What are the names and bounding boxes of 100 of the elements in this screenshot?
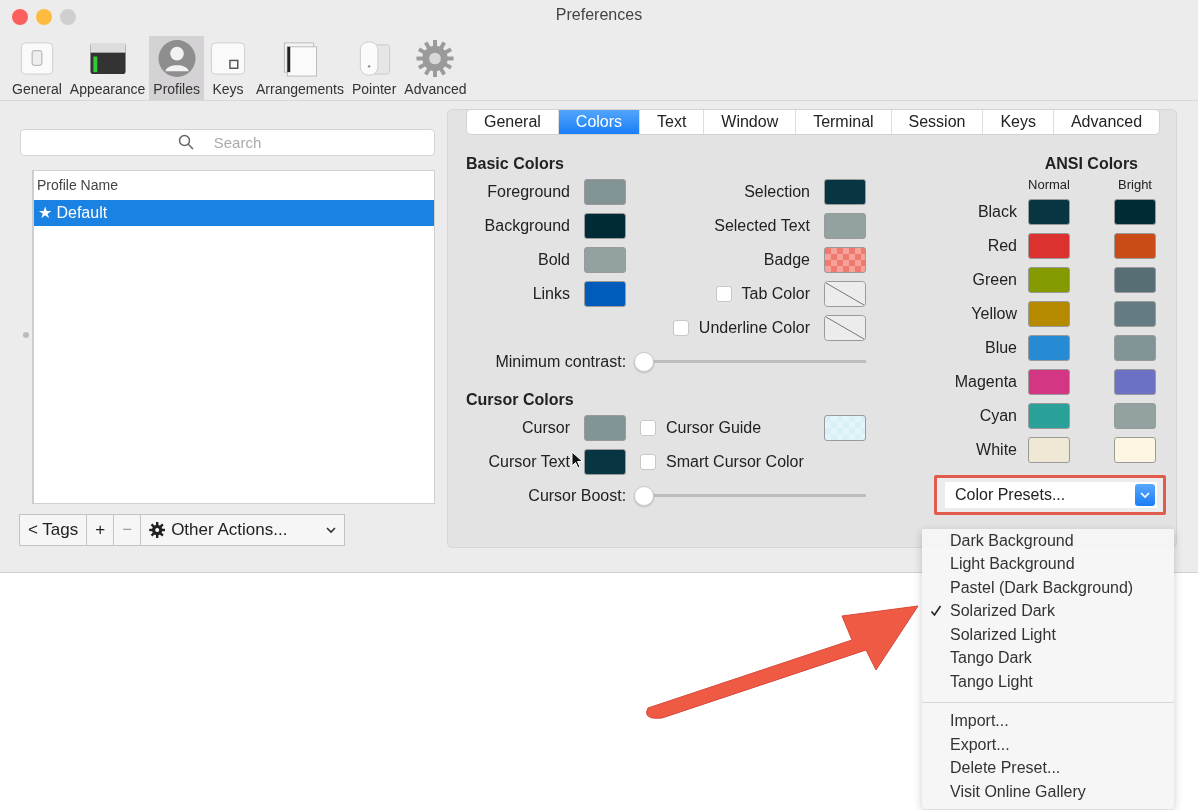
tab[interactable]: Keys bbox=[982, 110, 1053, 134]
color-label: Cursor Text bbox=[488, 453, 570, 471]
gear-icon bbox=[415, 39, 456, 78]
slider-thumb[interactable] bbox=[634, 486, 655, 506]
empty-color-well[interactable] bbox=[824, 281, 866, 307]
color-label: Cyan bbox=[979, 407, 1017, 425]
checkbox[interactable] bbox=[715, 286, 732, 302]
color-well[interactable] bbox=[584, 281, 626, 307]
menu-item[interactable]: Dark Background bbox=[922, 529, 1174, 553]
color-well[interactable] bbox=[824, 415, 866, 441]
minimize-button[interactable] bbox=[36, 9, 52, 25]
color-well[interactable] bbox=[1028, 403, 1070, 429]
menu-item[interactable]: Tango Light bbox=[922, 670, 1174, 694]
color-well[interactable] bbox=[824, 213, 866, 239]
menu-item[interactable]: Light Background bbox=[922, 552, 1174, 576]
column-header[interactable]: Profile Name bbox=[34, 171, 434, 200]
color-well[interactable] bbox=[584, 415, 626, 441]
user-silhouette-icon bbox=[156, 39, 197, 78]
slider-label: Minimum contrast: bbox=[494, 353, 627, 371]
slider-thumb[interactable] bbox=[634, 352, 655, 372]
color-well[interactable] bbox=[824, 179, 866, 205]
checkbox[interactable] bbox=[672, 320, 689, 336]
color-well[interactable] bbox=[1114, 437, 1156, 463]
color-well[interactable] bbox=[1028, 267, 1070, 293]
actions-popup-button[interactable]: Other Actions... bbox=[140, 514, 346, 546]
color-well[interactable] bbox=[1028, 437, 1070, 463]
close-button[interactable] bbox=[12, 9, 28, 25]
color-well[interactable] bbox=[584, 449, 626, 475]
toolbar-tab[interactable]: Pointer bbox=[347, 36, 401, 100]
key-icon bbox=[208, 39, 248, 78]
color-well[interactable] bbox=[1114, 403, 1156, 429]
color-well[interactable] bbox=[1028, 301, 1070, 327]
profile-row[interactable]: ★ Default bbox=[34, 200, 434, 226]
color-well[interactable] bbox=[1114, 233, 1156, 259]
color-well[interactable] bbox=[584, 213, 626, 239]
checkbox[interactable] bbox=[640, 420, 656, 436]
color-well[interactable] bbox=[1114, 267, 1156, 293]
presets-popup-button[interactable]: Color Presets... bbox=[945, 482, 1157, 508]
tab[interactable]: General bbox=[467, 110, 558, 134]
color-label: Background bbox=[484, 217, 570, 235]
color-well[interactable] bbox=[1028, 233, 1070, 259]
color-label: Bold bbox=[537, 251, 570, 269]
menu-item[interactable]: Tango Dark bbox=[922, 646, 1174, 670]
color-well[interactable] bbox=[824, 247, 866, 273]
toolbar-tab[interactable]: Profiles bbox=[149, 36, 204, 100]
slider-label: Cursor Boost: bbox=[527, 487, 627, 505]
menu-item[interactable]: Solarized Light bbox=[922, 623, 1174, 647]
tab[interactable]: Terminal bbox=[795, 110, 891, 134]
color-label: Red bbox=[987, 237, 1017, 255]
color-label: Cursor bbox=[522, 419, 570, 437]
color-label: Green bbox=[972, 271, 1017, 289]
color-well[interactable] bbox=[584, 247, 626, 273]
mouse-pointer-icon bbox=[571, 451, 583, 469]
toolbar-tab[interactable]: General bbox=[8, 36, 66, 100]
color-label: Smart Cursor Color bbox=[666, 453, 804, 471]
menu-item[interactable]: Pastel (Dark Background) bbox=[922, 576, 1174, 600]
window-title: Preferences bbox=[555, 6, 643, 24]
search-field[interactable]: Search bbox=[20, 129, 435, 156]
color-label: Cursor Guide bbox=[666, 419, 762, 437]
toolbar-tab[interactable]: Keys bbox=[204, 36, 252, 100]
tab[interactable]: Window bbox=[703, 110, 796, 134]
color-label: Yellow bbox=[971, 305, 1017, 323]
color-label: Magenta bbox=[954, 373, 1017, 391]
menu-item[interactable]: Export... bbox=[922, 733, 1174, 757]
color-label: Tab Color bbox=[741, 285, 810, 303]
color-label: Blue bbox=[984, 339, 1017, 357]
toolbar-tab[interactable]: Advanced bbox=[400, 36, 471, 100]
color-well[interactable] bbox=[1114, 199, 1156, 225]
section-heading: Cursor Colors bbox=[466, 391, 575, 410]
color-label: Underline Color bbox=[698, 319, 810, 337]
menu-item[interactable]: Import... bbox=[922, 709, 1174, 733]
color-well[interactable] bbox=[1114, 335, 1156, 361]
zoom-button[interactable] bbox=[60, 9, 76, 25]
color-well[interactable] bbox=[584, 179, 626, 205]
menu-item[interactable]: Delete Preset... bbox=[922, 756, 1174, 780]
empty-color-well[interactable] bbox=[824, 315, 866, 341]
search-icon bbox=[178, 134, 194, 150]
color-well[interactable] bbox=[1114, 369, 1156, 395]
color-well[interactable] bbox=[1028, 369, 1070, 395]
color-well[interactable] bbox=[1114, 301, 1156, 327]
color-label: Links bbox=[532, 285, 570, 303]
gear-icon bbox=[149, 522, 166, 538]
column-label: Normal bbox=[1028, 176, 1070, 192]
color-label: Badge bbox=[763, 251, 810, 269]
menu-item[interactable]: Visit Online Gallery bbox=[922, 780, 1174, 804]
toolbar-button[interactable]: + bbox=[86, 514, 115, 546]
checkbox[interactable] bbox=[640, 454, 656, 470]
tab[interactable]: Advanced bbox=[1052, 110, 1159, 134]
color-well[interactable] bbox=[1028, 199, 1070, 225]
section-heading: ANSI Colors bbox=[1044, 155, 1138, 174]
toolbar-tab[interactable]: Appearance bbox=[65, 36, 150, 100]
toolbar-tab[interactable]: Arrangements bbox=[252, 36, 348, 100]
toolbar-button[interactable]: < Tags bbox=[19, 514, 88, 546]
chevron-icon bbox=[1135, 484, 1155, 506]
color-label: Selection bbox=[744, 183, 810, 201]
tab[interactable]: Session bbox=[890, 110, 983, 134]
color-well[interactable] bbox=[1028, 335, 1070, 361]
tab[interactable]: Text bbox=[639, 110, 704, 134]
column-label: Bright bbox=[1118, 176, 1152, 192]
menu-item[interactable]: Solarized Dark bbox=[922, 599, 1174, 623]
